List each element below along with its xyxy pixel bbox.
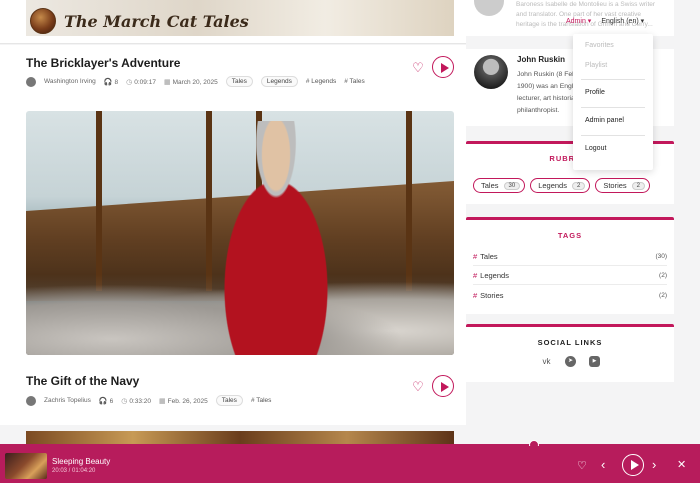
tag-count: (30): [655, 252, 667, 260]
chip-label: Stories: [603, 181, 627, 190]
site-logo[interactable]: [30, 8, 56, 34]
rubric-pill[interactable]: Tales: [215, 395, 243, 406]
top-nav: Admin ▾ English (en) ▾: [566, 17, 644, 25]
admin-menu-toggle[interactable]: Admin ▾: [566, 17, 591, 25]
post-meta: Washington Irving 🎧 8 ◷ 0:09:17 ▦ March 20,…: [26, 76, 365, 87]
hash-icon: #: [473, 291, 478, 300]
author-avatar[interactable]: [474, 0, 504, 16]
main-content: The March Cat Tales The Bricklayer's Adv…: [0, 0, 466, 483]
rubric-pill[interactable]: Tales: [225, 76, 253, 87]
tag-label: Stories: [480, 291, 504, 300]
close-icon[interactable]: ✕: [677, 458, 686, 472]
menu-divider: [581, 135, 645, 136]
chip-count: 2: [631, 181, 646, 190]
menu-item-profile[interactable]: Profile: [585, 89, 605, 96]
rubric-pill[interactable]: Legends: [260, 76, 298, 87]
widget-title: SOCIAL LINKS: [537, 338, 603, 347]
player-play-button[interactable]: [622, 454, 644, 476]
chip-count: 2: [571, 181, 586, 190]
tags-widget: TAGS # Tales (30) # Legends (2) # Stories (…: [466, 217, 674, 314]
menu-item-admin-panel[interactable]: Admin panel: [585, 117, 624, 124]
tag-row-tales[interactable]: # Tales (30): [473, 247, 667, 266]
favorite-heart-icon[interactable]: ♡: [411, 61, 425, 75]
youtube-icon[interactable]: ▶: [589, 356, 600, 367]
menu-divider: [581, 79, 645, 80]
menu-divider: [581, 107, 645, 108]
post-title[interactable]: The Gift of the Navy: [26, 374, 139, 388]
tag-label: Legends: [480, 270, 509, 280]
headphones-icon: 🎧: [103, 78, 113, 86]
duration: 0:33:20: [129, 397, 151, 405]
tag-count: (2): [659, 271, 667, 279]
menu-item-logout[interactable]: Logout: [585, 145, 606, 152]
chip-label: Legends: [538, 181, 567, 190]
site-title[interactable]: The March Cat Tales: [64, 12, 249, 31]
author-avatar[interactable]: [474, 55, 508, 89]
vk-icon[interactable]: vk: [541, 356, 552, 367]
post-title[interactable]: The Bricklayer's Adventure: [26, 56, 180, 70]
mast-decoration: [96, 111, 102, 291]
play-button[interactable]: [432, 56, 454, 78]
player-heart-icon[interactable]: ♡: [577, 459, 587, 473]
post-card: The Gift of the Navy Zachris Topelius 🎧 6…: [0, 361, 466, 431]
language-selector[interactable]: English (en) ▾: [601, 17, 644, 25]
author-name[interactable]: John Ruskin: [517, 55, 565, 64]
widget-title: TAGS: [557, 231, 583, 240]
next-icon[interactable]: ›: [652, 458, 656, 472]
admin-dropdown-menu: Favorites Playlist Profile Admin panel L…: [573, 34, 653, 170]
rubric-chip-tales[interactable]: Tales 30: [473, 178, 526, 193]
tag-row-stories[interactable]: # Stories (2): [473, 286, 667, 305]
clock-icon: ◷: [126, 78, 133, 86]
tag-row-legends[interactable]: # Legends (2): [473, 266, 667, 285]
listen-count: 6: [109, 397, 114, 405]
player-time: 20:03 / 01:04:20: [52, 468, 96, 474]
post-date: Feb. 26, 2025: [167, 397, 208, 405]
tag-label: Tales: [480, 251, 498, 261]
social-icons: vk ➤ ▶: [541, 356, 600, 367]
tag-link[interactable]: # Legends: [306, 78, 336, 85]
site-header: The March Cat Tales: [0, 0, 466, 44]
menu-item-playlist[interactable]: Playlist: [585, 62, 607, 69]
calendar-icon: ▦: [159, 397, 166, 405]
post-date: March 20, 2025: [172, 78, 218, 86]
previous-icon[interactable]: ‹: [601, 458, 605, 472]
mast-decoration: [406, 111, 412, 291]
social-widget: SOCIAL LINKS vk ➤ ▶: [466, 324, 674, 382]
player-cover-thumbnail[interactable]: [5, 453, 47, 479]
clock-icon: ◷: [121, 397, 128, 405]
rubric-chips: Tales 30 Legends 2 Stories 2: [473, 178, 651, 193]
play-button[interactable]: [432, 375, 454, 397]
author-avatar: [26, 395, 36, 406]
tag-count: (2): [659, 292, 667, 299]
author-name[interactable]: Zachris Topelius: [44, 397, 91, 404]
author-bio: Baroness Isabelle de Montolieu is a Swis…: [516, 1, 656, 28]
woman-illustration: [196, 121, 356, 355]
rubric-chip-legends[interactable]: Legends 2: [530, 178, 591, 193]
post-cover-image[interactable]: [26, 111, 454, 355]
tag-link[interactable]: # Tales: [251, 397, 271, 404]
hash-icon: #: [473, 270, 478, 280]
menu-item-favorites[interactable]: Favorites: [585, 42, 614, 49]
headphones-icon: 🎧: [98, 397, 108, 405]
rubric-chip-stories[interactable]: Stories 2: [595, 178, 651, 193]
listen-count: 8: [114, 78, 119, 86]
duration: 0:09:17: [134, 78, 156, 86]
hash-icon: #: [473, 251, 478, 261]
calendar-icon: ▦: [163, 78, 171, 86]
post-meta: Zachris Topelius 🎧 6 ◷ 0:33:20 ▦ Feb. 26, 2…: [26, 395, 271, 406]
author-avatar: [26, 76, 36, 87]
author-name[interactable]: Washington Irving: [44, 78, 96, 85]
chip-label: Tales: [481, 181, 499, 190]
favorite-heart-icon[interactable]: ♡: [411, 380, 425, 394]
tag-link[interactable]: # Tales: [344, 78, 364, 85]
chip-count: 30: [503, 181, 521, 190]
telegram-icon[interactable]: ➤: [565, 356, 576, 367]
player-track-title[interactable]: Sleeping Beauty: [52, 457, 110, 466]
